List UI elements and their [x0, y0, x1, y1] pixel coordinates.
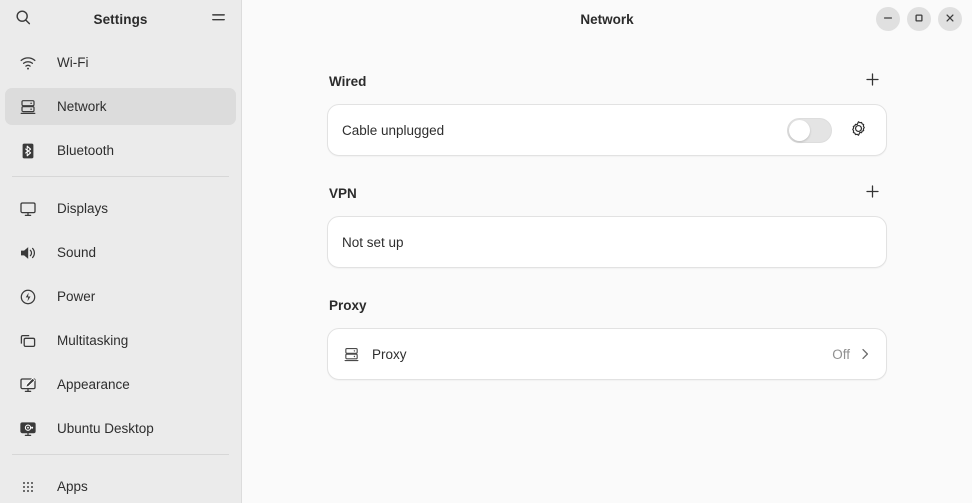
add-icon [864, 183, 881, 203]
vpn-card: Not set up [327, 216, 887, 268]
sidebar-header: Settings [0, 0, 241, 38]
sidebar-item-ubuntu-desktop[interactable]: Ubuntu Desktop [5, 410, 236, 447]
main-menu-button[interactable] [203, 4, 233, 34]
network-icon [19, 98, 37, 116]
wired-card: Cable unplugged [327, 104, 887, 156]
settings-window: Settings Wi-Fi Network Bluetooth Display… [0, 0, 972, 503]
titlebar: Network [242, 0, 972, 38]
power-icon [19, 288, 37, 306]
proxy-value: Off [832, 346, 850, 362]
sidebar-item-sound[interactable]: Sound [5, 234, 236, 271]
section-title: VPN [329, 185, 357, 201]
sidebar-separator [12, 176, 229, 177]
sidebar-item-label: Bluetooth [57, 143, 115, 158]
vpn-status-row: Not set up [328, 217, 886, 267]
add-icon [864, 71, 881, 91]
close-icon [944, 12, 956, 27]
section-title: Proxy [329, 297, 367, 313]
sidebar-item-bluetooth[interactable]: Bluetooth [5, 132, 236, 169]
proxy-label: Proxy [372, 346, 407, 362]
network-icon [342, 345, 360, 363]
proxy-card: Proxy Off [327, 328, 887, 380]
maximize-icon [913, 12, 925, 27]
sidebar-item-label: Sound [57, 245, 97, 260]
section-header: Wired [327, 68, 887, 94]
sidebar-item-multitasking[interactable]: Multitasking [5, 322, 236, 359]
section-title: Wired [329, 73, 367, 89]
sidebar-item-apps[interactable]: Apps [5, 468, 236, 503]
appearance-icon [19, 376, 37, 394]
minimize-icon [882, 12, 894, 27]
toggle-knob [789, 119, 810, 141]
settings-content: Wired Cable unplugged VPN Not set up Pro… [242, 38, 972, 503]
sidebar-item-label: Power [57, 289, 96, 304]
section-wired: Wired Cable unplugged [327, 68, 887, 156]
sidebar-item-wi-fi[interactable]: Wi-Fi [5, 44, 236, 81]
sound-icon [19, 244, 37, 262]
sidebar-item-label: Network [57, 99, 107, 114]
display-icon [19, 200, 37, 218]
wired-status-label: Cable unplugged [342, 122, 445, 138]
page-title: Network [580, 11, 634, 27]
sidebar-item-label: Multitasking [57, 333, 129, 348]
add-wired-connection-button[interactable] [859, 68, 885, 94]
wired-connection-row: Cable unplugged [328, 105, 886, 155]
sidebar-item-power[interactable]: Power [5, 278, 236, 315]
sidebar-title: Settings [93, 11, 148, 27]
wifi-icon [19, 54, 37, 72]
search-button[interactable] [8, 4, 38, 34]
vpn-status-label: Not set up [342, 234, 404, 250]
sidebar-item-label: Apps [57, 479, 88, 494]
search-icon [15, 9, 32, 29]
section-header: VPN [327, 180, 887, 206]
bluetooth-icon [19, 142, 37, 160]
window-controls [876, 7, 962, 31]
add-vpn-button[interactable] [859, 180, 885, 206]
sidebar-item-appearance[interactable]: Appearance [5, 366, 236, 403]
wired-toggle[interactable] [787, 117, 832, 143]
section-proxy: Proxy Proxy Off [327, 292, 887, 380]
main-pane: Network Wired Cable unplugged VPN Not se… [242, 0, 972, 503]
sidebar-separator [12, 454, 229, 455]
sidebar: Settings Wi-Fi Network Bluetooth Display… [0, 0, 242, 503]
sidebar-item-label: Ubuntu Desktop [57, 421, 154, 436]
gear-icon [850, 120, 867, 140]
sidebar-item-label: Wi-Fi [57, 55, 89, 70]
minimize-button[interactable] [876, 7, 900, 31]
wired-settings-button[interactable] [844, 116, 872, 144]
sidebar-item-displays[interactable]: Displays [5, 190, 236, 227]
section-header: Proxy [327, 292, 887, 318]
apps-grid-icon [19, 478, 37, 496]
sidebar-nav-list: Wi-Fi Network Bluetooth Displays Sound P… [0, 38, 241, 503]
ubuntu-desktop-icon [19, 420, 37, 438]
sidebar-item-label: Appearance [57, 377, 130, 392]
proxy-row[interactable]: Proxy Off [328, 329, 886, 379]
multitasking-icon [19, 332, 37, 350]
sidebar-item-label: Displays [57, 201, 109, 216]
sidebar-item-network[interactable]: Network [5, 88, 236, 125]
close-button[interactable] [938, 7, 962, 31]
chevron-right-icon [858, 347, 872, 361]
maximize-button[interactable] [907, 7, 931, 31]
section-vpn: VPN Not set up [327, 180, 887, 268]
hamburger-menu-icon [210, 9, 227, 29]
